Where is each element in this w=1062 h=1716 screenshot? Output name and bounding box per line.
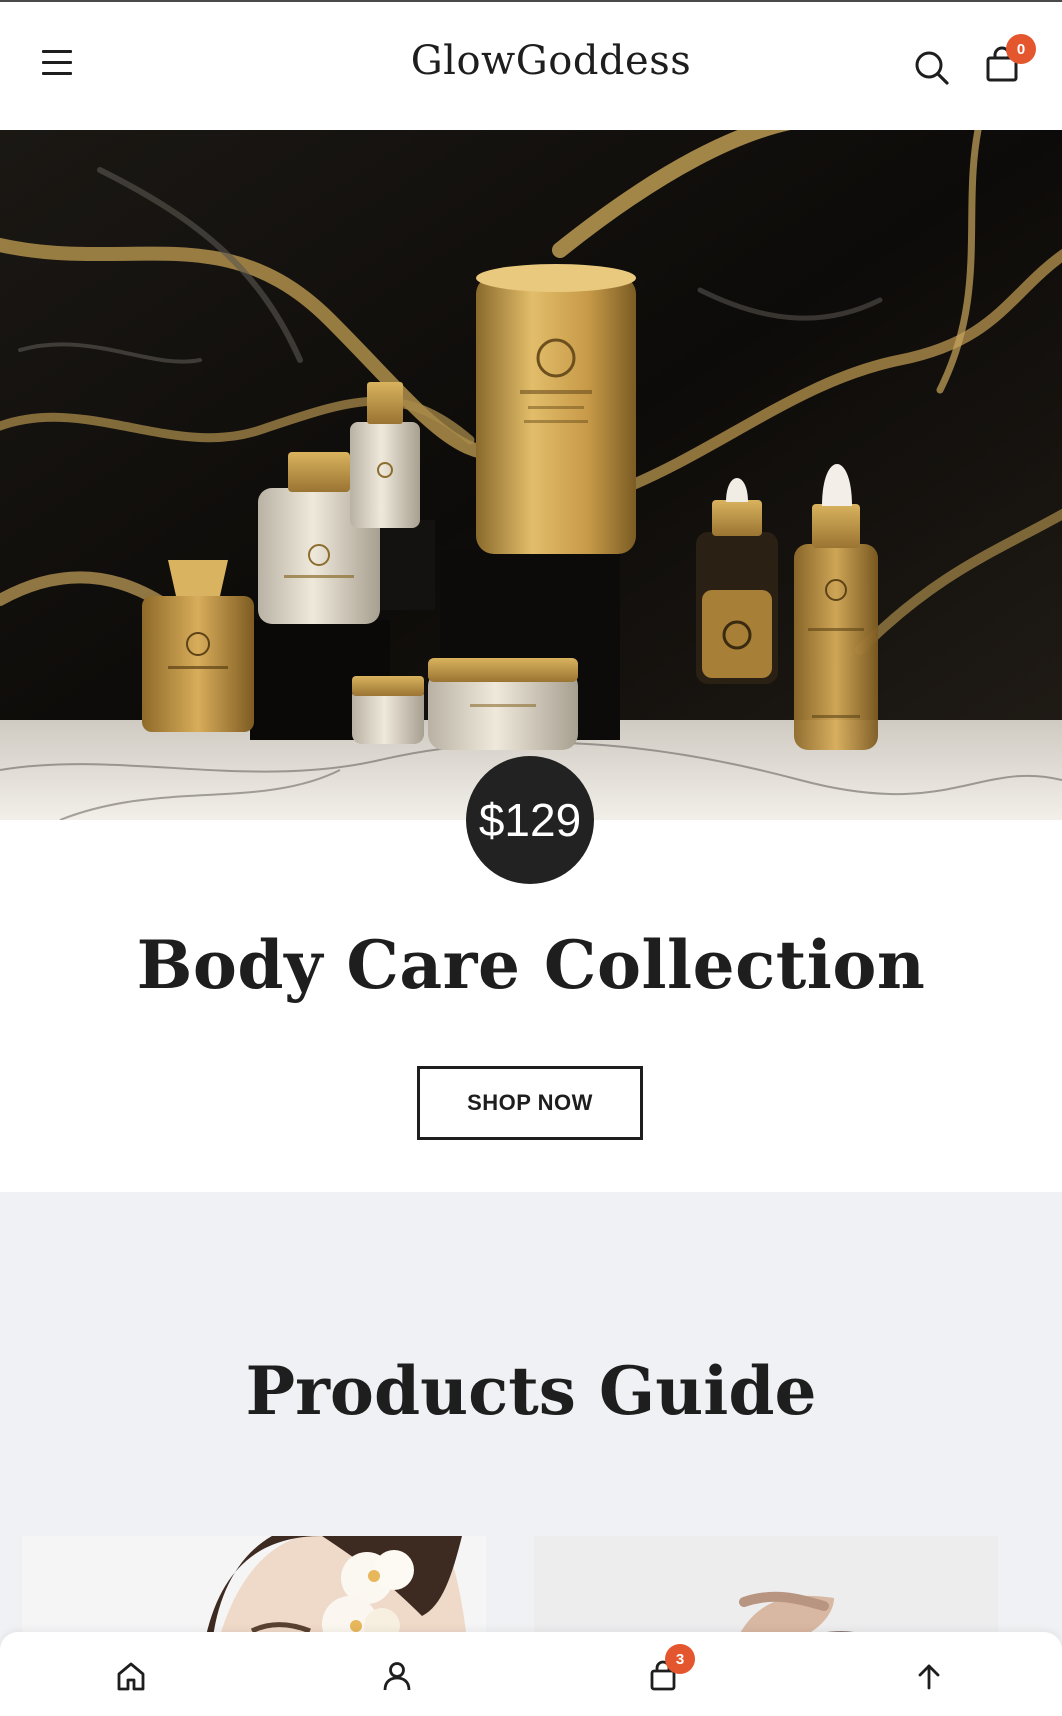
page: GlowGoddess 0 $129 Body Care Collection … <box>0 0 1062 1716</box>
shop-now-button[interactable]: SHOP NOW <box>417 1066 643 1140</box>
nav-account-button[interactable] <box>379 1658 415 1694</box>
price-badge: $129 <box>466 756 594 884</box>
account-icon <box>383 1662 411 1691</box>
home-icon <box>117 1662 145 1691</box>
cart-button[interactable]: 0 <box>984 34 1036 86</box>
site-header: GlowGoddess 0 <box>0 2 1062 130</box>
nav-cart-badge: 3 <box>665 1644 695 1674</box>
bottom-navigation: 3 <box>0 1632 1062 1716</box>
products-guide-title: Products Guide <box>245 1352 817 1430</box>
search-icon[interactable] <box>912 48 952 88</box>
collection-title: Body Care Collection <box>136 926 926 1004</box>
scroll-to-top-button[interactable] <box>911 1658 947 1694</box>
brand-logo[interactable]: GlowGoddess <box>0 38 1062 84</box>
cart-count-badge: 0 <box>1006 34 1036 64</box>
nav-home-button[interactable] <box>113 1658 149 1694</box>
arrow-up-icon <box>918 1664 940 1690</box>
nav-cart-button[interactable]: 3 <box>645 1644 695 1694</box>
hero-image <box>0 130 1062 820</box>
